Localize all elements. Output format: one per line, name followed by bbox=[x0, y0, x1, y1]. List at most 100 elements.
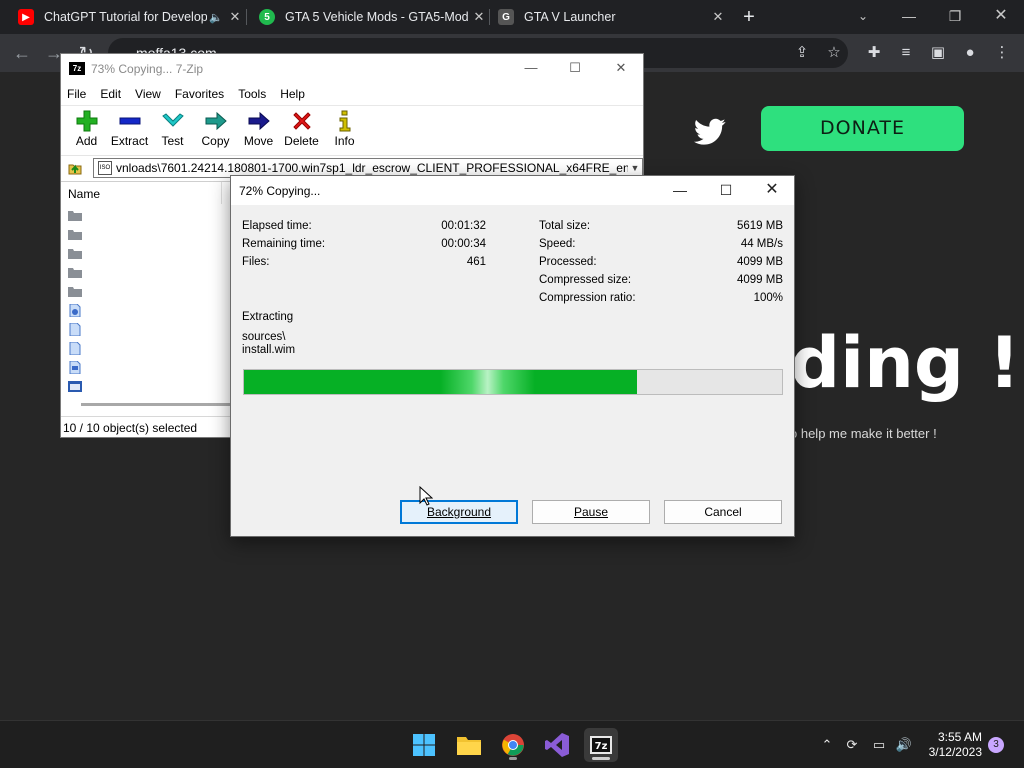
chrome-icon bbox=[502, 734, 524, 756]
background-button-label: Background bbox=[426, 505, 492, 519]
menu-favorites[interactable]: Favorites bbox=[175, 87, 224, 101]
taskbar-chrome[interactable] bbox=[496, 728, 530, 762]
svg-text:7z: 7z bbox=[595, 741, 608, 752]
minus-icon bbox=[119, 117, 140, 125]
copy-label: Copy bbox=[201, 134, 230, 148]
close-window-icon[interactable]: ✕ bbox=[749, 176, 795, 205]
folder-icon[interactable] bbox=[67, 209, 83, 222]
info-button[interactable]: Info bbox=[323, 106, 366, 155]
chevron-down-icon[interactable]: ▼ bbox=[628, 163, 642, 173]
delete-button[interactable]: Delete bbox=[280, 106, 323, 155]
current-directory: sources\ bbox=[242, 331, 286, 343]
column-header-name[interactable]: Name bbox=[68, 187, 100, 201]
cancel-button[interactable]: Cancel bbox=[664, 500, 782, 524]
tab-title: ChatGPT Tutorial for Develop bbox=[44, 10, 207, 24]
files-value: 461 bbox=[466, 256, 486, 268]
tab-title: GTA 5 Vehicle Mods - GTA5-Mod bbox=[285, 10, 469, 24]
maximize-icon[interactable]: ☐ bbox=[552, 54, 598, 83]
gta5mods-icon: 5 bbox=[259, 9, 275, 25]
extensions-icon[interactable]: ✚ bbox=[862, 41, 886, 65]
7zip-app-icon: 7z bbox=[590, 736, 612, 754]
menu-edit[interactable]: Edit bbox=[100, 87, 121, 101]
menu-view[interactable]: View bbox=[135, 87, 161, 101]
folder-up-icon[interactable] bbox=[67, 160, 83, 176]
menu-file[interactable]: File bbox=[67, 87, 86, 101]
processed-label: Processed: bbox=[539, 256, 597, 268]
folder-icon[interactable] bbox=[67, 285, 83, 298]
taskbar-clock[interactable]: 3:55 AM 3/12/2023 bbox=[924, 730, 982, 760]
background-button[interactable]: Background bbox=[400, 500, 518, 524]
delete-label: Delete bbox=[284, 134, 319, 148]
taskbar-visual-studio[interactable] bbox=[540, 728, 574, 762]
horizontal-scrollbar[interactable] bbox=[81, 403, 231, 406]
close-window-icon[interactable]: ✕ bbox=[978, 0, 1024, 34]
share-icon[interactable]: ⇪ bbox=[790, 41, 814, 65]
add-button[interactable]: Add bbox=[65, 106, 108, 155]
copy-button[interactable]: Copy bbox=[194, 106, 237, 155]
bookmark-star-icon[interactable]: ☆ bbox=[822, 41, 846, 65]
menu-tools[interactable]: Tools bbox=[238, 87, 266, 101]
setup-file-icon[interactable] bbox=[67, 361, 83, 374]
move-button[interactable]: Move bbox=[237, 106, 280, 155]
browser-tab-gta5mods[interactable]: 5 GTA 5 Vehicle Mods - GTA5-Mod ✕ bbox=[241, 0, 489, 34]
donate-button[interactable]: DONATE bbox=[761, 106, 964, 151]
clock-date: 3/12/2023 bbox=[928, 745, 982, 759]
side-panel-icon[interactable]: ▣ bbox=[926, 41, 950, 65]
restore-icon[interactable]: ❐ bbox=[932, 0, 978, 34]
7zip-app-icon: 7z bbox=[69, 62, 85, 75]
info-label: Info bbox=[334, 134, 355, 148]
profile-avatar-icon[interactable]: ● bbox=[958, 41, 982, 65]
file-icon[interactable] bbox=[67, 323, 83, 336]
media-queue-icon[interactable]: ≡ bbox=[894, 41, 918, 65]
tab-search-icon[interactable]: ⌄ bbox=[840, 0, 886, 34]
folder-icon[interactable] bbox=[67, 228, 83, 241]
chevron-up-icon[interactable]: ⌃ bbox=[817, 737, 837, 753]
back-arrow-icon[interactable]: ← bbox=[8, 39, 36, 67]
notification-badge[interactable]: 3 bbox=[988, 737, 1004, 753]
close-window-icon[interactable]: ✕ bbox=[598, 54, 644, 83]
compression-ratio-label: Compression ratio: bbox=[539, 292, 636, 304]
tab-title: GTA V Launcher bbox=[524, 10, 616, 24]
twitter-icon[interactable] bbox=[694, 118, 726, 146]
processed-value: 4099 MB bbox=[736, 256, 783, 268]
extract-button[interactable]: Extract bbox=[108, 106, 151, 155]
plus-icon bbox=[76, 110, 97, 132]
dialog-title: 72% Copying... bbox=[239, 183, 321, 198]
minimize-icon[interactable]: — bbox=[508, 54, 554, 83]
browser-tab-youtube[interactable]: ▶ ChatGPT Tutorial for Develop 🔈 ✕ bbox=[0, 0, 245, 34]
volume-icon[interactable]: 🔊 bbox=[894, 737, 914, 753]
speaker-icon[interactable]: 🔈 bbox=[207, 11, 225, 24]
files-label: Files: bbox=[242, 256, 270, 268]
test-button[interactable]: Test bbox=[151, 106, 194, 155]
pause-button[interactable]: Pause bbox=[532, 500, 650, 524]
pause-button-label: Pause bbox=[573, 505, 609, 519]
test-label: Test bbox=[161, 134, 184, 148]
start-button[interactable] bbox=[407, 728, 441, 762]
html-file-icon[interactable] bbox=[67, 304, 83, 317]
compressed-size-value: 4099 MB bbox=[736, 274, 783, 286]
minimize-icon[interactable]: — bbox=[657, 176, 703, 205]
elapsed-time-value: 00:01:32 bbox=[441, 220, 486, 232]
close-tab-icon[interactable]: ✕ bbox=[708, 9, 728, 25]
minimize-icon[interactable]: — bbox=[886, 0, 932, 34]
exe-file-icon[interactable] bbox=[67, 380, 83, 393]
folder-icon[interactable] bbox=[67, 247, 83, 260]
sync-icon[interactable]: ⟳ bbox=[842, 737, 862, 753]
delete-x-icon bbox=[292, 112, 311, 130]
compression-ratio-value: 100% bbox=[753, 292, 783, 304]
column-separator bbox=[221, 182, 222, 204]
network-icon[interactable]: ▭ bbox=[869, 737, 889, 753]
iso-file-icon: ISO bbox=[98, 161, 112, 175]
browser-tab-strip: ▶ ChatGPT Tutorial for Develop 🔈 ✕ 5 GTA… bbox=[0, 0, 1024, 34]
7zip-window-title: 73% Copying... 7-Zip bbox=[91, 61, 204, 76]
taskbar-7zip[interactable]: 7z bbox=[584, 728, 618, 762]
menu-help[interactable]: Help bbox=[280, 87, 305, 101]
new-tab-button[interactable]: + bbox=[736, 4, 762, 30]
browser-tab-gta-launcher[interactable]: G GTA V Launcher ✕ bbox=[480, 0, 728, 34]
kebab-menu-icon[interactable]: ⋮ bbox=[990, 41, 1014, 65]
folder-icon[interactable] bbox=[67, 266, 83, 279]
maximize-icon[interactable]: ☐ bbox=[703, 176, 749, 205]
taskbar-file-explorer[interactable] bbox=[452, 728, 486, 762]
7zip-toolbar: Add Extract Test Copy Move Delete Info bbox=[61, 105, 643, 155]
file-icon[interactable] bbox=[67, 342, 83, 355]
